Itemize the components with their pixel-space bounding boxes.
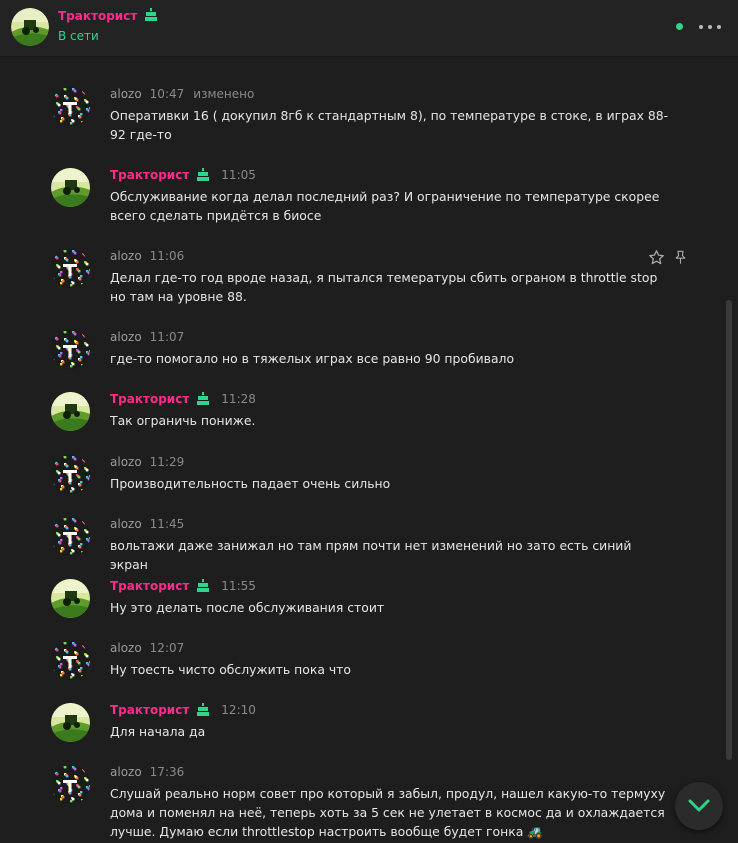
chat-header: Тракторист В сети (0, 0, 738, 57)
message-author[interactable]: alozo (110, 249, 142, 263)
message-author[interactable]: alozo (110, 330, 142, 344)
message-text: Делал где-то год вроде назад, я пытался … (110, 270, 658, 304)
message-time: 11:05 (221, 168, 256, 182)
message-author[interactable]: alozo (110, 641, 142, 655)
avatar[interactable] (51, 641, 90, 680)
message-author[interactable]: alozo (110, 455, 142, 469)
message-meta: Тракторист 11:55 (110, 579, 256, 593)
more-dots-icon[interactable] (699, 17, 721, 37)
message-meta: alozo 17:36 (110, 765, 184, 779)
cake-icon (197, 703, 210, 716)
cake-icon (145, 8, 157, 21)
message-text: Ну тоесть чисто обслужить пока что (110, 662, 351, 677)
message-author[interactable]: Тракторист (110, 579, 189, 593)
avatar[interactable] (51, 455, 90, 494)
message-time: 11:45 (149, 517, 185, 531)
avatar[interactable] (51, 168, 90, 207)
message-meta: alozo 11:29 (110, 455, 184, 469)
message-actions (648, 249, 688, 267)
message-meta: alozo 10:47 изменено (110, 87, 254, 101)
message-text: Для начала да (110, 724, 206, 739)
message-text: где-то помогало но в тяжелых играх все р… (110, 351, 515, 366)
message-time: 17:36 (149, 765, 185, 779)
message-text: Слушай реально норм совет про который я … (110, 786, 666, 839)
star-icon[interactable] (648, 249, 665, 266)
message-author[interactable]: Тракторист (110, 703, 189, 717)
message-meta: alozo 11:07 (110, 330, 184, 344)
message-author[interactable]: Тракторист (110, 168, 189, 182)
message-text: Так ограничь пониже. (110, 413, 256, 428)
message-text: вольтажи даже занижал но там прям почти … (110, 538, 632, 572)
contact-name[interactable]: Тракторист (58, 9, 137, 23)
message-time: 10:47 (149, 87, 185, 101)
chevron-down-icon (688, 799, 710, 812)
message-text: Оперативки 16 ( докупил 8гб к стандартны… (110, 108, 669, 142)
message-meta: Тракторист 12:10 (110, 703, 256, 717)
contact-status: В сети (58, 29, 99, 43)
pin-icon[interactable] (673, 249, 688, 266)
avatar[interactable] (51, 703, 90, 742)
message-meta: alozo 11:45 (110, 517, 184, 531)
avatar[interactable] (51, 579, 90, 618)
avatar[interactable] (51, 517, 90, 556)
cake-icon (197, 392, 210, 405)
message-time: 11:55 (221, 579, 256, 593)
message-time: 12:10 (221, 703, 256, 717)
message-time: 11:06 (149, 249, 185, 263)
message-author[interactable]: alozo (110, 87, 142, 101)
online-indicator (676, 23, 683, 30)
avatar[interactable] (51, 330, 90, 369)
avatar[interactable] (51, 87, 90, 126)
message-author[interactable]: alozo (110, 765, 142, 779)
message-text: Ну это делать после обслуживания стоит (110, 600, 385, 615)
avatar[interactable] (51, 392, 90, 431)
message-meta: alozo 11:06 (110, 249, 184, 263)
scroll-to-bottom-button[interactable] (675, 782, 723, 830)
avatar[interactable] (51, 765, 90, 804)
avatar[interactable] (51, 249, 90, 288)
edited-label: изменено (193, 87, 255, 101)
message-time: 12:07 (149, 641, 185, 655)
message-meta: Тракторист 11:05 (110, 168, 256, 182)
cake-icon (197, 168, 210, 181)
message-author[interactable]: Тракторист (110, 392, 189, 406)
message-meta: alozo 12:07 (110, 641, 184, 655)
message-text: Производительность падает очень сильно (110, 476, 391, 491)
message-meta: Тракторист 11:28 (110, 392, 256, 406)
message-time: 11:29 (149, 455, 185, 469)
message-time: 11:07 (149, 330, 185, 344)
message-time: 11:28 (221, 392, 256, 406)
message-text: Обслуживание когда делал последний раз? … (110, 189, 660, 223)
contact-avatar[interactable] (11, 8, 49, 46)
cake-icon (197, 579, 210, 592)
message-author[interactable]: alozo (110, 517, 142, 531)
scrollbar[interactable] (726, 300, 732, 760)
